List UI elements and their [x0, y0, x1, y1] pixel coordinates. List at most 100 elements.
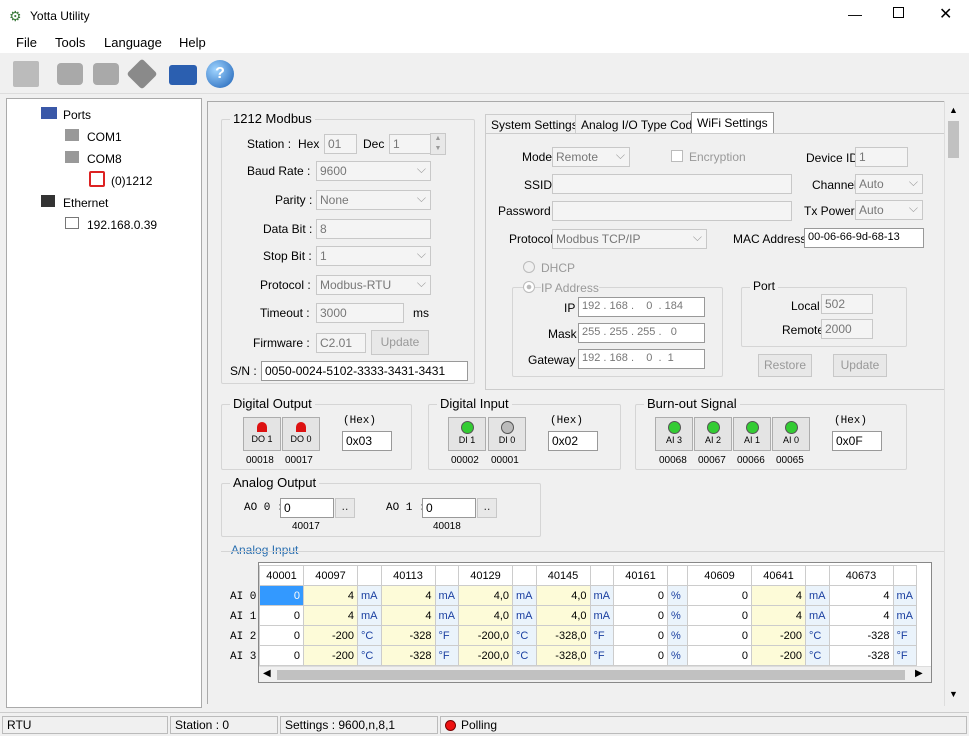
wifi-update-button[interactable]: Update: [833, 354, 887, 377]
ai-cell[interactable]: -328: [380, 625, 436, 646]
tab-wifi-settings[interactable]: WiFi Settings: [691, 112, 774, 134]
parity-select[interactable]: None: [316, 190, 431, 210]
tree-com8[interactable]: COM8: [87, 152, 122, 166]
scroll-left-icon[interactable]: ◀: [263, 668, 271, 679]
ai-cell[interactable]: °F: [589, 645, 614, 666]
device-tree[interactable]: Ports COM1 COM8 (0)1212 Ethernet 192.168…: [6, 98, 202, 708]
ai-cell[interactable]: mA: [892, 605, 917, 626]
dhcp-radio[interactable]: [523, 261, 535, 273]
ai-cell[interactable]: 4,0: [535, 605, 591, 626]
timeout-field[interactable]: 3000: [316, 303, 404, 323]
ai-cell[interactable]: °C: [512, 625, 537, 646]
ip-address-radio[interactable]: [523, 281, 535, 293]
ai-cell[interactable]: °C: [805, 645, 830, 666]
minimize-icon[interactable]: —: [848, 6, 862, 22]
ai-cell[interactable]: °F: [892, 625, 917, 646]
ai-cell[interactable]: 4: [380, 605, 436, 626]
ai-cell[interactable]: 4,0: [535, 585, 591, 606]
content-vscrollbar[interactable]: ▲ ▼: [944, 101, 961, 706]
save-icon[interactable]: [10, 58, 44, 90]
ai-cell[interactable]: 4: [303, 605, 358, 626]
station-spinner[interactable]: ▲ ▼: [430, 133, 446, 155]
ai-cell[interactable]: °C: [805, 625, 830, 646]
scroll-up-icon[interactable]: ▲: [949, 105, 958, 115]
ai-cell[interactable]: 4: [828, 585, 894, 606]
encryption-checkbox[interactable]: [671, 150, 683, 162]
vscroll-thumb[interactable]: [948, 121, 959, 158]
ai-cell[interactable]: mA: [357, 605, 382, 626]
ai-cell[interactable]: -328: [828, 625, 894, 646]
local-port-field[interactable]: 502: [821, 294, 873, 314]
ai-cell[interactable]: mA: [512, 585, 537, 606]
mode-select[interactable]: Remote: [552, 147, 630, 167]
ai-cell[interactable]: mA: [434, 585, 459, 606]
help-icon[interactable]: ?: [203, 58, 237, 90]
ai-cell[interactable]: -328,0: [535, 625, 591, 646]
ai-cell[interactable]: 0: [613, 605, 668, 626]
ai-cell[interactable]: mA: [357, 585, 382, 606]
password-field[interactable]: [552, 201, 792, 221]
ai-cell[interactable]: °C: [512, 645, 537, 666]
scroll-down-icon[interactable]: ▼: [949, 689, 958, 699]
ai-cell[interactable]: °C: [357, 625, 382, 646]
ai-cell[interactable]: %: [667, 585, 688, 606]
station-dec-field[interactable]: 1: [389, 134, 431, 154]
do0-button[interactable]: DO 0: [282, 417, 320, 451]
do1-button[interactable]: DO 1: [243, 417, 281, 451]
ai-cell[interactable]: 4: [828, 605, 894, 626]
gateway-field[interactable]: 192 . 168 . 0 . 1: [578, 349, 705, 369]
ai-cell[interactable]: 0: [687, 625, 752, 646]
tab-system-settings[interactable]: System Settings: [485, 114, 584, 134]
tree-ethernet[interactable]: Ethernet: [63, 196, 108, 210]
stopbit-select[interactable]: 1: [316, 246, 431, 266]
ai-cell[interactable]: 4: [303, 585, 358, 606]
ai-cell[interactable]: 0: [613, 585, 668, 606]
ai-cell[interactable]: -328,0: [535, 645, 591, 666]
grid-hscroll-thumb[interactable]: [277, 670, 905, 680]
device-id-field[interactable]: 1: [855, 147, 908, 167]
menu-file[interactable]: File: [16, 35, 37, 50]
ai-cell[interactable]: 0: [687, 585, 752, 606]
ai-cell[interactable]: 4: [751, 585, 806, 606]
ai-cell[interactable]: -200: [751, 625, 806, 646]
tab-analog-io-type[interactable]: Analog I/O Type Code: [575, 114, 705, 134]
ai-cell[interactable]: -328: [828, 645, 894, 666]
txpower-select[interactable]: Auto: [855, 200, 923, 220]
protocol-select[interactable]: Modbus-RTU: [316, 275, 431, 295]
ai-cell[interactable]: mA: [589, 605, 614, 626]
maximize-icon[interactable]: [893, 7, 904, 18]
databit-field[interactable]: 8: [316, 219, 431, 239]
ai-cell[interactable]: 0: [613, 625, 668, 646]
ai-cell[interactable]: 4: [380, 585, 436, 606]
ai-cell[interactable]: %: [667, 605, 688, 626]
ai-cell[interactable]: -200,0: [458, 625, 513, 646]
ao0-field[interactable]: 0: [280, 498, 334, 518]
tree-com1[interactable]: COM1: [87, 130, 122, 144]
ai-cell[interactable]: mA: [805, 605, 830, 626]
menu-help[interactable]: Help: [179, 35, 206, 50]
ai-cell[interactable]: -328: [380, 645, 436, 666]
ai-cell[interactable]: 4,0: [458, 605, 513, 626]
ssid-field[interactable]: [552, 174, 792, 194]
ip-field[interactable]: 192 . 168 . 0 . 184: [578, 297, 705, 317]
ao0-edit-button[interactable]: ..: [335, 498, 355, 518]
menu-language[interactable]: Language: [104, 35, 162, 50]
ai-cell[interactable]: 0: [259, 605, 304, 626]
ai-cell[interactable]: -200,0: [458, 645, 513, 666]
ai-cell[interactable]: %: [667, 645, 688, 666]
ai-cell[interactable]: 0: [259, 625, 304, 646]
grid-hscrollbar[interactable]: ◀ ▶: [259, 666, 931, 682]
ai-cell[interactable]: °F: [589, 625, 614, 646]
ai-cell[interactable]: 0: [259, 645, 304, 666]
ai-cell[interactable]: -200: [303, 645, 358, 666]
ai-cell[interactable]: °F: [434, 645, 459, 666]
wifi-protocol-select[interactable]: Modbus TCP/IP: [552, 229, 707, 249]
ai-cell[interactable]: mA: [892, 585, 917, 606]
tree-device[interactable]: (0)1212: [111, 174, 152, 188]
firmware-update-button[interactable]: Update: [371, 330, 429, 355]
ai-cell[interactable]: °F: [892, 645, 917, 666]
tree-ip[interactable]: 192.168.0.39: [87, 218, 157, 232]
ai-cell[interactable]: 4,0: [458, 585, 513, 606]
channel-select[interactable]: Auto: [855, 174, 923, 194]
ai-cell[interactable]: °C: [357, 645, 382, 666]
